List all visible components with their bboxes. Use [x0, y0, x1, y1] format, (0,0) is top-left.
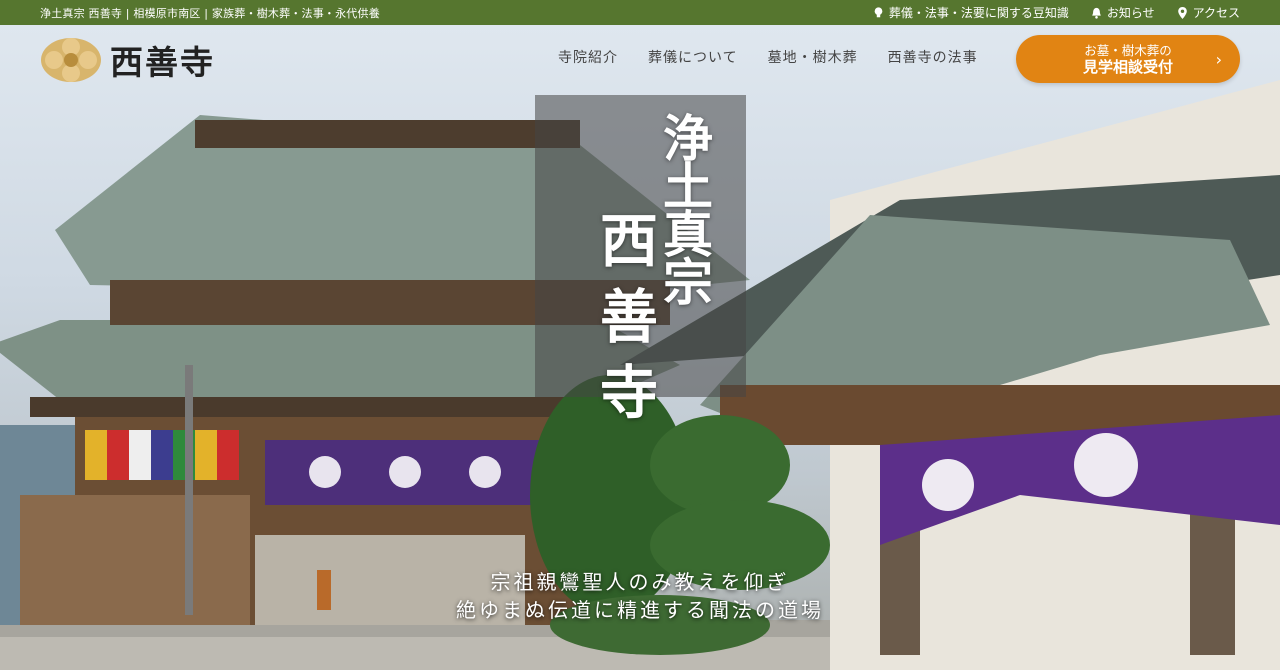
main-nav: 寺院紹介 葬儀について 墓地・樹木葬 西善寺の法事: [558, 47, 978, 67]
nav-item-cemetery[interactable]: 墓地・樹木葬: [768, 47, 858, 67]
logo-text: 西善寺: [110, 43, 215, 82]
nav-item-funeral[interactable]: 葬儀について: [648, 47, 738, 67]
site-logo[interactable]: 西善寺: [40, 36, 215, 84]
chevron-right-icon: ›: [1215, 50, 1222, 69]
top-link-knowledge[interactable]: 葬儀・法事・法要に関する豆知識: [873, 4, 1069, 21]
nav-item-memorial-service[interactable]: 西善寺の法事: [888, 47, 978, 67]
map-pin-icon: [1177, 6, 1187, 19]
top-link-label: アクセス: [1192, 6, 1240, 20]
top-links: 葬儀・法事・法要に関する豆知識 お知らせ アクセス: [873, 4, 1240, 21]
top-link-label: 葬儀・法事・法要に関する豆知識: [888, 6, 1069, 20]
bell-icon: [1092, 7, 1101, 19]
hero-tagline-2: 絶ゆまぬ伝道に精進する聞法の道場: [456, 598, 824, 622]
top-link-access[interactable]: アクセス: [1177, 4, 1240, 21]
bulb-icon: [874, 6, 883, 17]
breadcrumb: 浄土真宗 西善寺 | 相模原市南区 | 家族葬・樹木葬・法事・永代供養: [40, 6, 380, 20]
top-info-bar: 浄土真宗 西善寺 | 相模原市南区 | 家族葬・樹木葬・法事・永代供養 葬儀・法…: [0, 0, 1280, 25]
visit-consultation-button[interactable]: お墓・樹木葬の 見学相談受付 ›: [1016, 35, 1240, 83]
nav-item-temple-intro[interactable]: 寺院紹介: [558, 47, 618, 67]
top-link-news[interactable]: お知らせ: [1091, 4, 1155, 21]
temple-name-calligraphy: 西善寺: [590, 210, 658, 438]
temple-crest-icon: [41, 38, 101, 82]
hero-tagline-1: 宗祖親鸞聖人のみ教えを仰ぎ: [490, 570, 790, 594]
cta-line-2: 見学相談受付: [1082, 57, 1173, 76]
cta-line-1: お墓・樹木葬の: [1084, 42, 1172, 58]
top-link-label: お知らせ: [1106, 6, 1155, 20]
